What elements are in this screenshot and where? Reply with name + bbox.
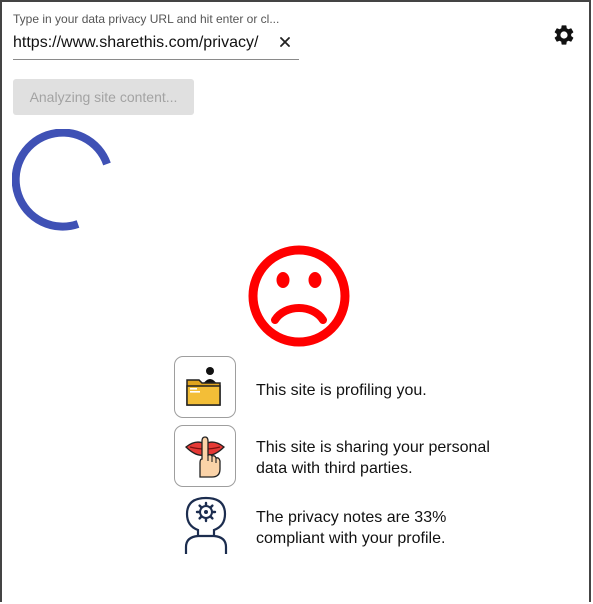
profiling-folder-icon bbox=[186, 367, 221, 406]
url-field[interactable]: Type in your data privacy URL and hit en… bbox=[13, 10, 299, 60]
gear-icon bbox=[554, 25, 574, 45]
close-icon bbox=[280, 37, 290, 47]
finding-icon-box bbox=[174, 425, 236, 487]
url-field-label: Type in your data privacy URL and hit en… bbox=[13, 12, 280, 26]
sad-face-icon bbox=[248, 245, 350, 347]
secret-sharing-icon bbox=[185, 436, 225, 478]
finding-text: This site is sharing your personal data … bbox=[256, 439, 490, 477]
settings-button[interactable] bbox=[552, 23, 576, 47]
analyze-button[interactable]: Analyzing site content... bbox=[13, 79, 194, 115]
profile-head-gear-icon bbox=[184, 496, 228, 554]
app-window: Type in your data privacy URL and hit en… bbox=[0, 0, 591, 602]
clear-button[interactable] bbox=[275, 32, 295, 52]
url-input[interactable] bbox=[13, 34, 275, 52]
finding-icon bbox=[174, 493, 238, 557]
finding-text: This site is profiling you. bbox=[256, 382, 427, 399]
finding-text: The privacy notes are 33% compliant with… bbox=[256, 509, 447, 547]
finding-icon-box bbox=[174, 356, 236, 418]
loading-spinner bbox=[12, 129, 111, 231]
